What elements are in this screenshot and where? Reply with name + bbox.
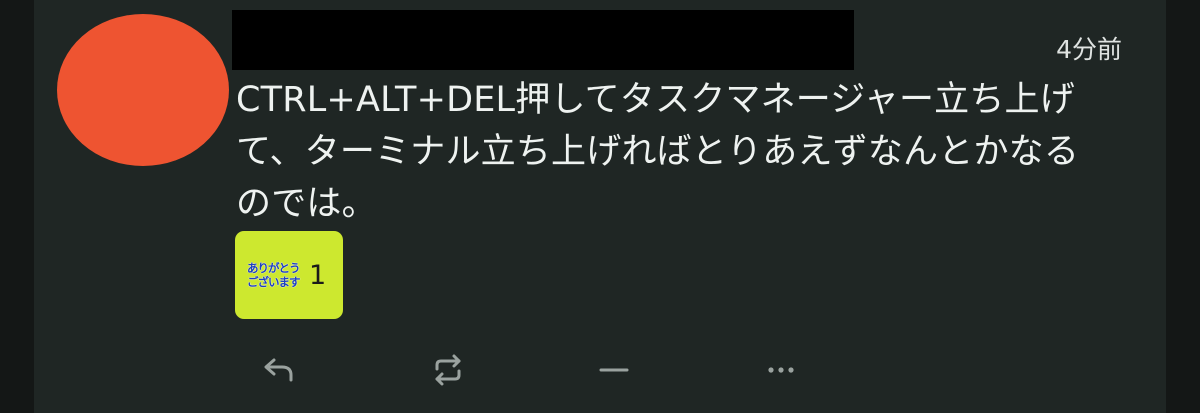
avatar[interactable] bbox=[57, 14, 229, 166]
reaction-count: 1 bbox=[309, 259, 327, 291]
stamp-line: ありがとう bbox=[247, 261, 301, 275]
react-icon bbox=[599, 368, 629, 372]
username-redacted bbox=[232, 10, 854, 70]
renote-button[interactable] bbox=[423, 345, 473, 395]
timestamp[interactable]: 4分前 bbox=[1030, 36, 1122, 64]
stamp-line: ございます bbox=[247, 275, 301, 289]
note-text-line: のでは。 bbox=[236, 184, 377, 224]
more-icon bbox=[768, 367, 794, 373]
note-text: CTRL+ALT+DEL押してタスクマネージャー立ち上げ て、ターミナル立ち上げ… bbox=[236, 74, 1116, 230]
arigatou-stamp-icon: ありがとう ございます bbox=[247, 256, 301, 294]
note-text-line: CTRL+ALT+DEL押してタスクマネージャー立ち上げ bbox=[236, 80, 1075, 120]
reply-button[interactable] bbox=[254, 345, 304, 395]
react-button[interactable] bbox=[589, 345, 639, 395]
more-button[interactable] bbox=[756, 345, 806, 395]
reply-icon bbox=[264, 358, 293, 382]
renote-icon bbox=[435, 354, 461, 386]
reaction-button[interactable]: ありがとう ございます 1 bbox=[235, 231, 343, 319]
note-text-line: て、ターミナル立ち上げればとりあえずなんとかなる bbox=[236, 132, 1080, 172]
note-footer bbox=[0, 345, 1200, 395]
